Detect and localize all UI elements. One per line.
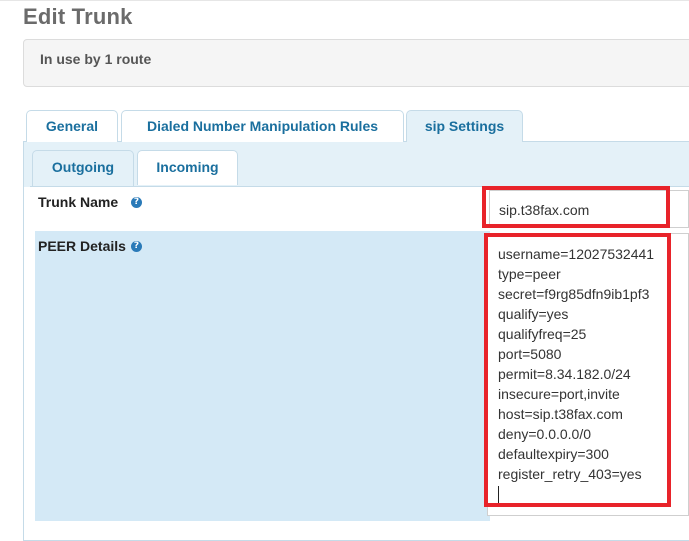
text-caret-line [498,484,688,508]
tab-dnmr-label: Dialed Number Manipulation Rules [146,118,379,134]
info-box: In use by 1 route [23,39,689,87]
peer-line: host=sip.t38fax.com [498,406,623,422]
peer-line: qualify=yes [498,306,569,322]
peer-details-textarea[interactable]: username=12027532441 type=peer secret=f9… [487,233,689,516]
usage-info-text: In use by 1 route [40,51,152,67]
top-divider [0,0,689,1]
peer-line: deny=0.0.0.0/0 [498,426,592,442]
text-caret [498,486,499,503]
peer-details-label: PEER Details [38,238,126,254]
peer-line: port=5080 [498,346,562,362]
trunk-name-label: Trunk Name [38,194,119,210]
peer-line: type=peer [498,266,561,282]
subtab-outgoing-label: Outgoing [51,159,115,175]
peer-details-help-icon[interactable]: ? [131,241,142,252]
peer-line: insecure=port,invite [498,386,620,402]
trunk-name-help-icon[interactable]: ? [131,197,142,208]
tab-general-label: General [45,118,99,134]
peer-line: defaultexpiry=300 [498,446,609,462]
subtab-outgoing[interactable]: Outgoing [32,150,134,187]
peer-line: permit=8.34.182.0/24 [498,366,631,382]
peer-line: register_retry_403=yes [498,466,642,482]
tab-general[interactable]: General [26,110,118,142]
tab-sip-settings[interactable]: sip Settings [406,110,523,143]
peer-line: username=12027532441 [498,246,655,262]
tab-dialed-number-manipulation-rules[interactable]: Dialed Number Manipulation Rules [121,110,404,142]
page-title: Edit Trunk [23,4,133,29]
peer-line: qualifyfreq=25 [498,326,587,342]
tab-sip-settings-label: sip Settings [424,118,505,134]
trunk-name-input[interactable]: sip.t38fax.com [489,190,689,228]
peer-line: secret=f9rg85dfn9ib1pf3 [498,286,650,302]
subtab-incoming-label: Incoming [156,159,219,175]
subtab-incoming[interactable]: Incoming [137,150,238,185]
peer-details-row [35,231,490,521]
